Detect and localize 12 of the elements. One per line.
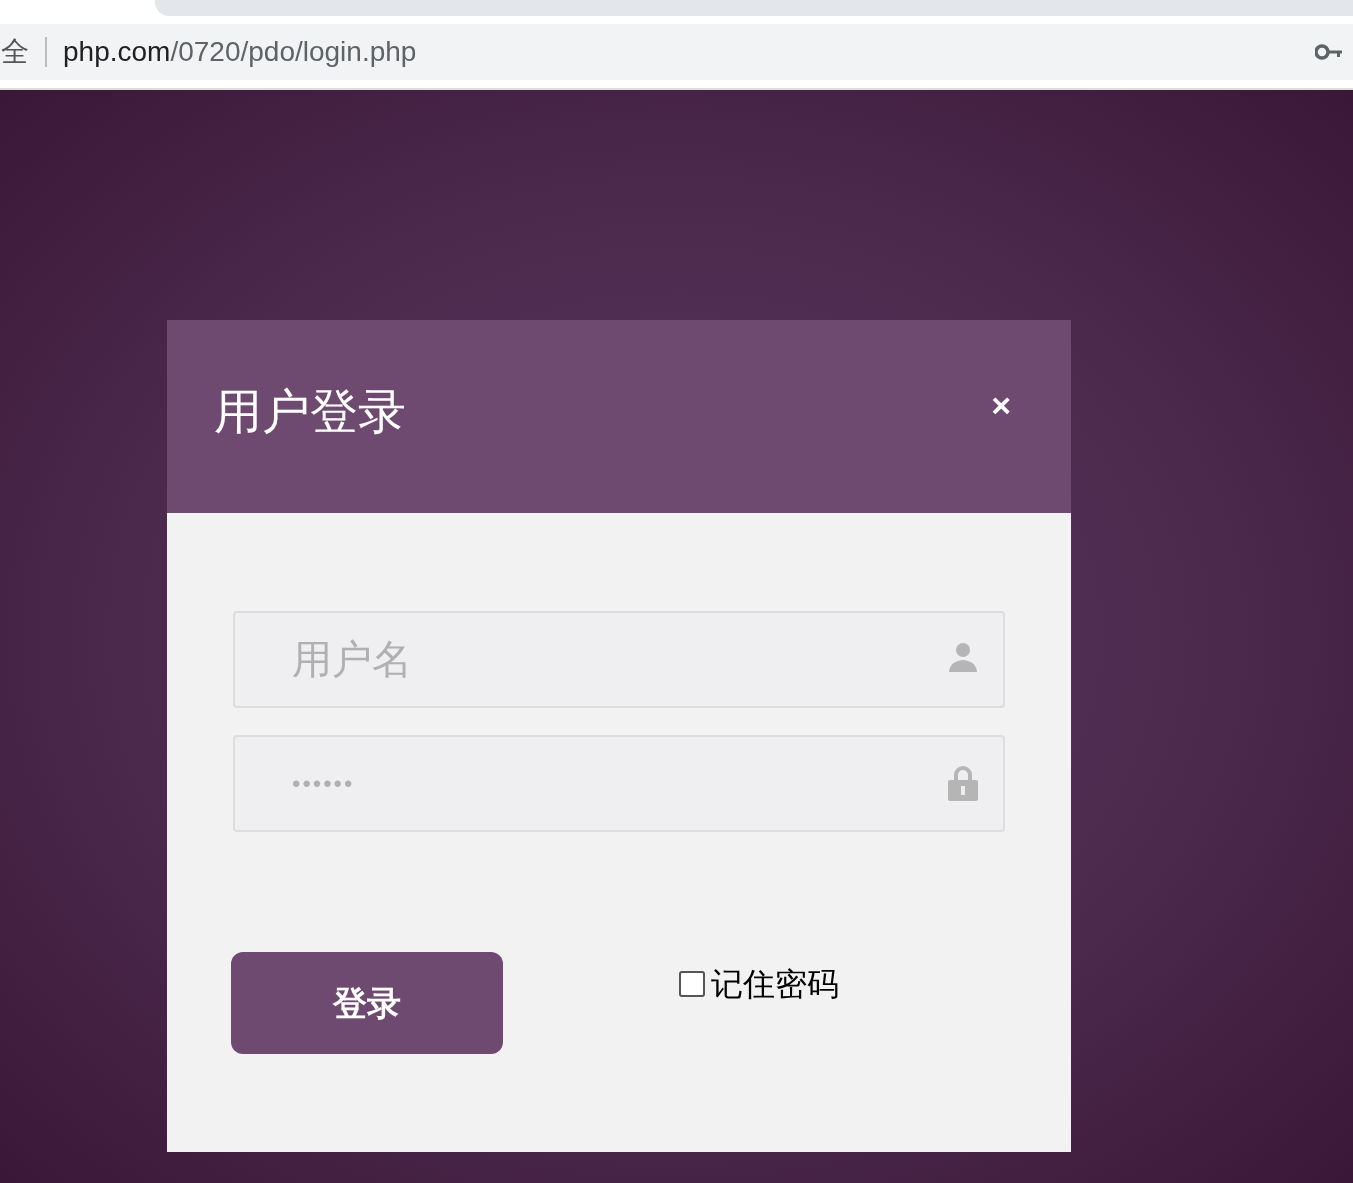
remember-checkbox[interactable] [679,971,705,997]
url-text[interactable]: php.com/0720/pdo/login.php [63,31,417,73]
login-button[interactable]: 登录 [231,952,503,1054]
close-button[interactable]: × [991,388,1011,422]
dialog-title: 用户登录 [214,388,406,436]
username-field[interactable]: 用户名 [233,611,1005,708]
user-icon [947,641,979,673]
password-field[interactable]: •••••• [233,735,1005,832]
lock-icon [947,765,979,801]
remember-label[interactable]: 记住密码 [711,960,839,1008]
key-icon[interactable] [1315,44,1343,60]
security-label: 全 [1,35,29,69]
